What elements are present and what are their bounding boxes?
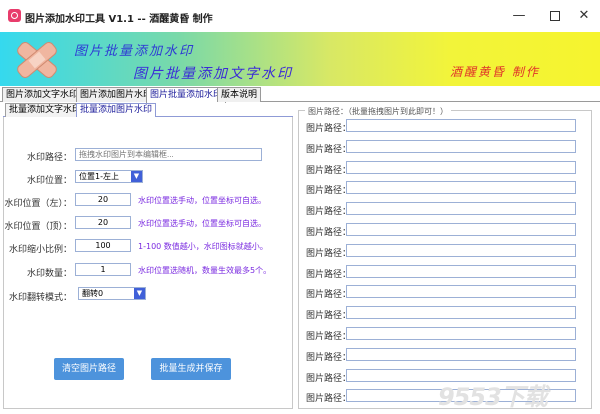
watermark-path-label: 水印路径： — [26, 153, 72, 163]
image-path-label: 图片路径： — [306, 352, 352, 363]
pos-left-input[interactable]: 20 — [75, 193, 131, 206]
count-input[interactable]: 1 — [75, 263, 131, 276]
tab-batch-watermark[interactable]: 图片批量添加水印 — [146, 87, 227, 103]
count-label: 水印数量： — [26, 269, 72, 279]
image-path-input[interactable] — [346, 160, 576, 174]
image-path-label: 图片路径： — [306, 290, 352, 301]
image-path-input[interactable] — [346, 264, 576, 278]
position-select[interactable]: 位置1-左上 ▼ — [75, 170, 143, 183]
image-path-input[interactable] — [346, 327, 576, 340]
scale-input[interactable]: 100 — [75, 239, 131, 252]
image-path-input[interactable] — [346, 202, 576, 216]
image-path-label: 图片路径： — [306, 124, 352, 134]
pos-top-label: 水印位置（顶）： — [4, 222, 72, 232]
scale-label: 水印缩小比例： — [8, 245, 72, 255]
chevron-down-icon: ▼ — [134, 288, 145, 299]
title-bar: 图片添加水印工具 V1.1 -- 酒醒黄昏 制作 — ✕ — [0, 0, 600, 32]
image-path-label: 图片路径： — [306, 332, 352, 342]
image-path-input[interactable] — [346, 139, 576, 153]
position-value: 位置1-左上 — [79, 172, 119, 181]
image-path-label: 图片路径： — [306, 144, 352, 155]
site-watermark: 9553下载 — [438, 383, 548, 411]
image-path-input[interactable] — [346, 306, 576, 320]
banner-author: 酒醒黄昏 制作 — [450, 65, 540, 79]
subtab-batch-text[interactable]: 批量添加文字水印 — [5, 103, 86, 117]
flip-label: 水印翻转模式： — [8, 293, 72, 303]
position-label: 水印位置： — [26, 176, 72, 186]
image-path-input[interactable] — [346, 181, 576, 195]
image-path-input[interactable] — [346, 223, 576, 236]
image-path-label: 图片路径： — [306, 373, 352, 384]
pos-left-hint: 水印位置选手动，位置坐标可自选。 — [138, 196, 266, 205]
tab-version-info[interactable]: 版本说明 — [217, 87, 262, 102]
banner-subheading: 图片批量添加文字水印 — [133, 66, 293, 82]
image-path-input[interactable] — [346, 243, 576, 257]
image-path-label: 图片路径： — [306, 186, 352, 197]
image-paths-group — [298, 110, 592, 409]
image-path-label: 图片路径： — [306, 269, 352, 280]
image-path-label: 图片路径： — [306, 311, 352, 322]
chevron-down-icon: ▼ — [131, 171, 142, 182]
sub-tab-bar: 批量添加文字水印 批量添加图片水印 — [3, 103, 293, 118]
subtab-batch-image[interactable]: 批量添加图片水印 — [76, 103, 157, 118]
flip-value: 翻转0 — [82, 289, 104, 298]
image-paths-legend: 图片路径：（批量拖拽图片到此即可！） — [305, 106, 451, 117]
image-path-label: 图片路径： — [306, 248, 352, 259]
image-path-input[interactable] — [346, 119, 576, 132]
image-path-input[interactable] — [346, 347, 576, 361]
batch-generate-save-button[interactable]: 批量生成并保存 — [151, 358, 231, 380]
banner: 图片批量添加水印 图片批量添加文字水印 酒醒黄昏 制作 — [0, 32, 600, 86]
main-tab-bar: 图片添加文字水印 图片添加图片水印 图片批量添加水印 版本说明 — [0, 87, 600, 103]
image-path-label: 图片路径： — [306, 165, 352, 176]
tab-text-watermark[interactable]: 图片添加文字水印 — [2, 87, 83, 102]
pos-top-input[interactable]: 20 — [75, 216, 131, 229]
watermark-path-input[interactable] — [75, 148, 262, 161]
app-icon — [8, 9, 21, 22]
window-title: 图片添加水印工具 V1.1 -- 酒醒黄昏 制作 — [25, 14, 213, 25]
banner-heading: 图片批量添加水印 — [74, 44, 195, 59]
image-path-label: 图片路径： — [306, 207, 352, 218]
pos-top-hint: 水印位置选手动，位置坐标可自选。 — [138, 219, 266, 228]
close-button[interactable]: ✕ — [574, 6, 594, 26]
maximize-icon — [550, 11, 560, 21]
scale-hint: 1-100 数值越小，水印图标就越小。 — [138, 242, 268, 251]
image-path-label: 图片路径： — [306, 394, 352, 405]
image-path-input[interactable] — [346, 285, 576, 299]
pos-left-label: 水印位置（左）： — [4, 199, 72, 209]
minimize-button[interactable]: — — [509, 6, 529, 26]
count-hint: 水印位置选随机，数量生效最多5个。 — [138, 266, 272, 275]
image-path-label: 图片路径： — [306, 228, 352, 238]
flip-select[interactable]: 翻转0 ▼ — [78, 287, 146, 300]
bandage-x-icon — [17, 42, 57, 78]
tab-image-watermark[interactable]: 图片添加图片水印 — [76, 87, 157, 102]
maximize-button[interactable] — [545, 6, 565, 26]
clear-paths-button[interactable]: 清空图片路径 — [54, 358, 124, 380]
